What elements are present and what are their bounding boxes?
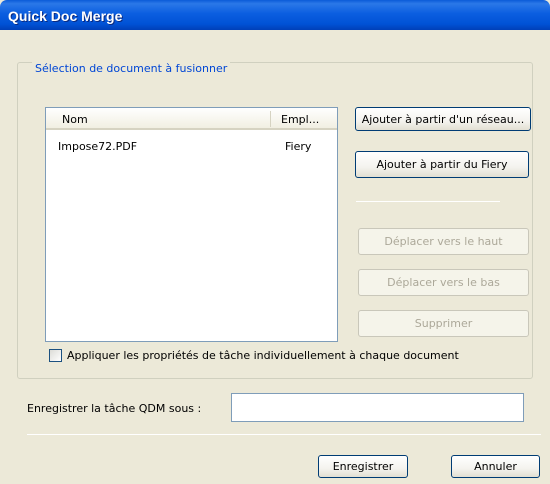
save-as-input[interactable] [231,393,524,422]
footer-divider [27,434,541,435]
delete-button[interactable]: Supprimer [358,310,529,337]
apply-properties-label: Appliquer les propriétés de tâche indivi… [67,349,459,362]
list-header: Nom Empl... [46,108,337,130]
list-item-name: Impose72.PDF [58,140,138,153]
list-item[interactable]: Impose72.PDF Fiery [46,138,337,156]
add-from-fiery-button[interactable]: Ajouter à partir du Fiery [355,151,529,178]
add-from-network-button[interactable]: Ajouter à partir d'un réseau... [355,107,531,131]
list-item-location: Fiery [285,140,312,153]
window-title: Quick Doc Merge [8,8,123,24]
save-button[interactable]: Enregistrer [318,455,408,478]
column-separator[interactable] [270,111,271,127]
cancel-button[interactable]: Annuler [451,455,540,478]
document-list[interactable]: Nom Empl... Impose72.PDF Fiery [45,107,338,342]
title-bar: Quick Doc Merge [0,0,550,30]
apply-properties-checkbox[interactable] [49,349,62,362]
column-header-location[interactable]: Empl... [281,113,319,126]
group-legend: Sélection de document à fusionner [32,62,231,75]
button-divider [356,201,500,202]
move-down-button[interactable]: Déplacer vers le bas [358,269,529,296]
move-up-button[interactable]: Déplacer vers le haut [358,228,529,255]
save-as-label: Enregistrer la tâche QDM sous : [27,402,202,415]
column-header-name[interactable]: Nom [62,113,88,126]
